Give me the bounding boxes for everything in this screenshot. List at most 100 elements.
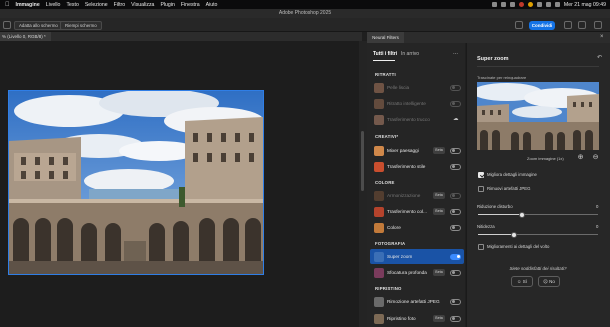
filter-toggle[interactable] — [450, 208, 461, 215]
menu-plugin[interactable]: Plugin — [160, 2, 174, 8]
menu-livello[interactable]: Livello — [46, 2, 61, 8]
wifi-icon[interactable] — [545, 2, 551, 7]
filter-toggle[interactable] — [450, 163, 461, 170]
workspace-icon[interactable] — [578, 21, 586, 29]
beta-badge: Beta — [433, 208, 445, 215]
filter-thumbnail — [374, 145, 384, 156]
sharpness-value[interactable]: 0 — [596, 224, 598, 229]
filter-toggle[interactable] — [450, 224, 461, 231]
move-tool-icon[interactable] — [3, 21, 11, 29]
noise-reduction-slider[interactable] — [478, 211, 598, 218]
face-detail-checkbox[interactable] — [478, 244, 484, 250]
menu-visualizza[interactable]: Visualizza — [131, 2, 154, 8]
cloud-download-icon[interactable]: ☁ — [453, 116, 459, 122]
filter-row[interactable]: Armonizzazione Beta — [370, 188, 464, 203]
tray-icon[interactable] — [518, 2, 524, 7]
slider-handle[interactable] — [519, 211, 526, 218]
zoom-preview[interactable] — [477, 82, 599, 150]
filter-thumbnail — [374, 251, 384, 262]
search-icon[interactable] — [554, 2, 560, 7]
fit-screen-button[interactable]: Adatta allo schermo — [14, 20, 63, 30]
document-tab[interactable]: % (Livello 0, RGB/8) * — [0, 32, 51, 41]
tray-icon[interactable] — [500, 2, 506, 7]
filter-row[interactable]: Trasferimento col... Beta — [370, 204, 464, 219]
filter-row[interactable]: Sfocatura profonda Beta — [370, 265, 464, 280]
filter-toggle[interactable] — [450, 269, 461, 276]
fill-screen-button[interactable]: Riempi schermo — [60, 20, 102, 30]
filter-thumbnail — [374, 161, 384, 172]
filter-toggle[interactable] — [450, 100, 461, 107]
tray-icon[interactable] — [491, 2, 497, 7]
filter-row[interactable]: Pelle liscia — [370, 80, 464, 95]
scrollbar-thumb[interactable] — [361, 131, 364, 191]
menu-testo[interactable]: Testo — [66, 2, 78, 8]
menu-filtro[interactable]: Filtro — [114, 2, 126, 8]
feedback-yes-button[interactable]: ☺ Sì — [511, 276, 533, 287]
menu-selezione[interactable]: Selezione — [85, 2, 108, 8]
filter-thumbnail — [374, 222, 384, 233]
filter-title: Super zoom — [477, 56, 509, 62]
window-title: Adobe Photoshop 2025 — [0, 9, 610, 18]
tab-all-filters[interactable]: Tutti i filtri — [373, 51, 397, 57]
filter-name: Armonizzazione — [387, 193, 421, 198]
filter-toggle[interactable] — [450, 84, 461, 91]
beta-badge: Beta — [433, 315, 445, 322]
filter-thumbnail — [374, 313, 384, 324]
filter-thumbnail — [374, 190, 384, 201]
tray-icon[interactable] — [509, 2, 515, 7]
filter-toggle[interactable] — [450, 192, 461, 199]
menu-aiuto[interactable]: Aiuto — [206, 2, 218, 8]
tab-coming-soon[interactable]: In arrivo — [401, 51, 419, 57]
sharpness-slider[interactable] — [478, 231, 598, 238]
tray-icon[interactable] — [527, 2, 533, 7]
filter-toggle[interactable] — [450, 315, 461, 322]
filter-row[interactable]: Colore — [370, 220, 464, 235]
filter-thumbnail — [374, 82, 384, 93]
document-image[interactable] — [8, 90, 264, 275]
menu-immagine[interactable]: Immagine — [16, 2, 40, 8]
filter-toggle[interactable] — [450, 298, 461, 305]
filter-row[interactable]: Trasferimento trucco ☁ — [370, 112, 464, 127]
menu-finestra[interactable]: Finestra — [181, 2, 200, 8]
reset-icon[interactable]: ↶ — [597, 54, 602, 61]
filter-toggle[interactable] — [450, 253, 461, 260]
feedback-question: Siete soddisfatti dei risultati? — [509, 266, 567, 271]
filter-thumbnail — [374, 296, 384, 307]
filter-row[interactable]: Ritratto intelligente — [370, 96, 464, 111]
apple-menu-icon[interactable]:  — [5, 2, 10, 8]
filter-row[interactable]: Ripristino foto Beta — [370, 311, 464, 326]
more-options-icon[interactable]: ... — [453, 50, 458, 56]
filter-toggle[interactable] — [450, 147, 461, 154]
filter-name: Ripristino foto — [387, 316, 416, 321]
filter-row[interactable]: Rimozione artefatti JPEG — [370, 294, 464, 309]
remove-jpeg-artifacts-checkbox[interactable] — [478, 186, 484, 192]
zoom-in-icon[interactable]: ⊕ — [576, 153, 585, 162]
thumbs-up-icon: ☺ — [516, 279, 522, 284]
share-button[interactable]: Condividi — [529, 20, 555, 30]
filter-thumbnail — [374, 98, 384, 109]
active-tab-indicator — [373, 60, 395, 61]
clock[interactable]: Mer 21 mag 09:49 — [564, 2, 606, 8]
face-detail-label: Miglioramenti ai dettagli del volto — [487, 244, 550, 249]
filter-thumbnail — [374, 267, 384, 278]
panel-toggle-icon[interactable] — [594, 21, 602, 29]
cloud-icon[interactable] — [515, 21, 523, 29]
filter-row[interactable]: Super zoom — [370, 249, 464, 264]
filter-row[interactable]: Mixer paesaggi Beta — [370, 143, 464, 158]
divider — [477, 66, 599, 67]
section-photography: FOTOGRAFIA — [375, 241, 406, 246]
abbey-courtyard-photo — [9, 91, 263, 274]
neural-filters-panel-tab[interactable]: Neural Filters — [367, 32, 404, 43]
noise-reduction-value[interactable]: 0 — [596, 204, 598, 209]
filter-thumbnail — [374, 114, 384, 125]
filter-row[interactable]: Trasferimento stile — [370, 159, 464, 174]
enhance-details-checkbox[interactable] — [478, 172, 484, 178]
zoom-out-icon[interactable]: ⊖ — [591, 153, 600, 162]
close-icon[interactable]: × — [600, 34, 607, 41]
slider-handle[interactable] — [511, 231, 517, 238]
tray-icon[interactable] — [536, 2, 542, 7]
feedback-no-button[interactable]: ☹ No — [538, 276, 560, 287]
search-icon[interactable] — [564, 21, 572, 29]
feedback-no-label: No — [549, 279, 555, 284]
section-portraits: RITRATTI — [375, 72, 396, 77]
